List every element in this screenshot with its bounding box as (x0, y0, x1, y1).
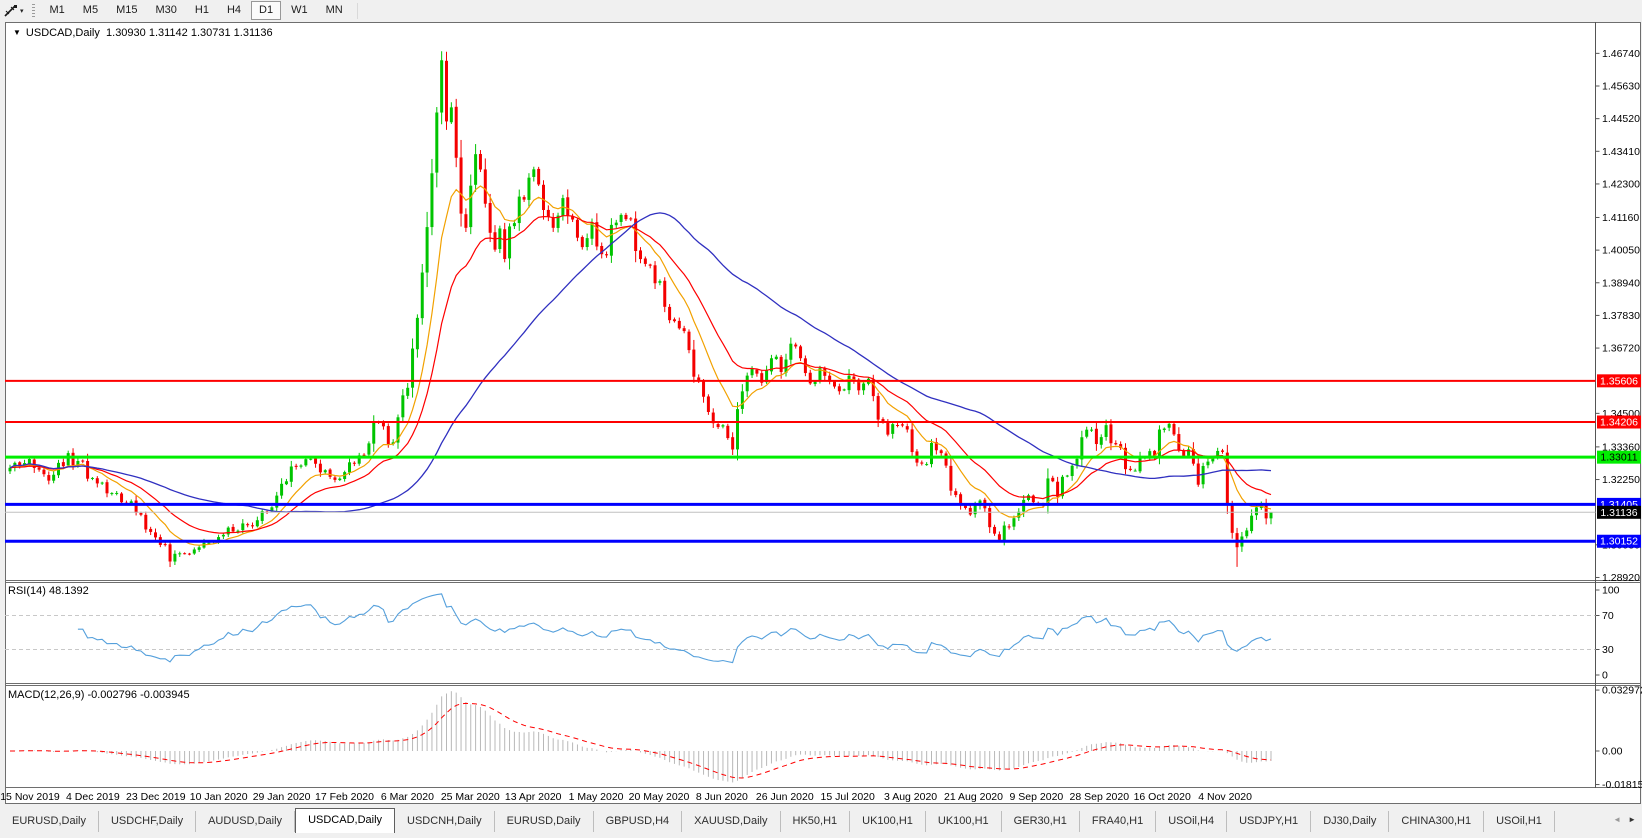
svg-text:8 Jun 2020: 8 Jun 2020 (696, 791, 748, 803)
chart-canvas[interactable]: 1.46740 1.45630 1.44520 1.43410 1.42300 1.411… (0, 0, 1642, 838)
timeframe-button-h1[interactable]: H1 (187, 1, 217, 20)
timeframe-button-w1[interactable]: W1 (283, 1, 316, 20)
svg-text:9 Sep 2020: 9 Sep 2020 (1010, 791, 1064, 803)
svg-text:20 May 2020: 20 May 2020 (629, 791, 690, 803)
svg-text:1.33011: 1.33011 (1600, 452, 1637, 464)
svg-text:70: 70 (1602, 610, 1614, 622)
svg-text:25 Mar 2020: 25 Mar 2020 (441, 791, 500, 803)
tab-fra40-h1-12[interactable]: FRA40,H1 (1079, 811, 1157, 832)
timeframe-button-m1[interactable]: M1 (42, 1, 73, 20)
timeframe-button-m15[interactable]: M15 (108, 1, 145, 20)
timeframe-button-m5[interactable]: M5 (75, 1, 106, 20)
svg-text:16 Oct 2020: 16 Oct 2020 (1134, 791, 1191, 803)
tab-usoil-h1-17[interactable]: USOil,H1 (1484, 811, 1555, 832)
svg-text:23 Dec 2019: 23 Dec 2019 (126, 791, 186, 803)
timeframe-button-mn[interactable]: MN (318, 1, 351, 20)
svg-text:-0.018154: -0.018154 (1602, 779, 1642, 791)
macd-indicator-label: MACD(12,26,9) -0.002796 -0.003945 (8, 689, 190, 701)
line-study-tool-icon[interactable] (3, 3, 18, 18)
svg-text:17 Feb 2020: 17 Feb 2020 (315, 791, 374, 803)
svg-text:21 Aug 2020: 21 Aug 2020 (944, 791, 1003, 803)
tab-xauusd-daily-7[interactable]: XAUUSD,Daily (682, 811, 781, 832)
svg-text:15 Jul 2020: 15 Jul 2020 (821, 791, 875, 803)
chart-ohlc-values: 1.30930 1.31142 1.30731 1.31136 (106, 27, 273, 39)
svg-text:6 Mar 2020: 6 Mar 2020 (381, 791, 434, 803)
svg-text:1.36720: 1.36720 (1602, 343, 1640, 355)
timeframe-button-h4[interactable]: H4 (219, 1, 249, 20)
toolbar-separator (356, 2, 358, 19)
tab-usdchf-daily-1[interactable]: USDCHF,Daily (98, 811, 197, 832)
tab-audusd-daily-2[interactable]: AUDUSD,Daily (196, 811, 296, 832)
svg-text:1.40050: 1.40050 (1602, 245, 1640, 257)
svg-text:0.00: 0.00 (1602, 746, 1623, 758)
svg-text:4 Dec 2019: 4 Dec 2019 (66, 791, 120, 803)
timeframe-button-m30[interactable]: M30 (147, 1, 184, 20)
svg-text:1.43410: 1.43410 (1602, 146, 1640, 158)
rsi-indicator-label: RSI(14) 48.1392 (8, 585, 89, 597)
tab-usdcad-daily-3[interactable]: USDCAD,Daily (295, 808, 396, 833)
svg-text:1.32250: 1.32250 (1602, 474, 1640, 486)
tab-eurusd-daily-0[interactable]: EURUSD,Daily (0, 811, 99, 832)
svg-text:28 Sep 2020: 28 Sep 2020 (1070, 791, 1130, 803)
svg-text:30: 30 (1602, 644, 1614, 656)
svg-text:1.37830: 1.37830 (1602, 310, 1640, 322)
svg-text:1.31136: 1.31136 (1600, 507, 1637, 519)
tab-ger30-h1-11[interactable]: GER30,H1 (1001, 811, 1080, 832)
tab-scroll-right-icon[interactable]: ► (1628, 815, 1636, 824)
chart-title: ▼ USDCAD,Daily 1.30930 1.31142 1.30731 1.… (13, 27, 273, 39)
svg-text:1.28920: 1.28920 (1602, 572, 1640, 584)
svg-text:1.44520: 1.44520 (1602, 113, 1640, 125)
svg-text:1.42300: 1.42300 (1602, 178, 1640, 190)
symbol-caret-icon: ▼ (13, 28, 21, 37)
svg-text:3 Aug 2020: 3 Aug 2020 (884, 791, 937, 803)
svg-text:0.032972: 0.032972 (1602, 685, 1642, 697)
tab-eurusd-daily-5[interactable]: EURUSD,Daily (494, 811, 594, 832)
svg-text:1.34206: 1.34206 (1600, 417, 1638, 429)
svg-text:1 May 2020: 1 May 2020 (569, 791, 624, 803)
svg-text:1.41160: 1.41160 (1602, 212, 1639, 224)
svg-text:1.45630: 1.45630 (1602, 81, 1640, 93)
tab-scroll-left-icon[interactable]: ◄ (1613, 815, 1621, 824)
tab-usdcnh-daily-4[interactable]: USDCNH,Daily (395, 811, 495, 832)
svg-text:26 Jun 2020: 26 Jun 2020 (756, 791, 814, 803)
svg-text:0: 0 (1602, 670, 1608, 682)
tab-uk100-h1-9[interactable]: UK100,H1 (850, 811, 926, 832)
timeframe-button-d1[interactable]: D1 (251, 1, 282, 20)
tab-dj30-daily-15[interactable]: DJ30,Daily (1311, 811, 1390, 832)
svg-text:13 Apr 2020: 13 Apr 2020 (505, 791, 562, 803)
tab-uk100-h1-10[interactable]: UK100,H1 (925, 811, 1002, 832)
svg-text:29 Jan 2020: 29 Jan 2020 (253, 791, 311, 803)
top-toolbar: ▾ M1 M5 M15 M30 H1 H4 D1 W1 MN (0, 0, 1642, 21)
svg-text:1.38940: 1.38940 (1602, 277, 1640, 289)
symbol-tab-bar: EURUSD,Daily USDCHF,Daily AUDUSD,Daily USDC… (0, 805, 1642, 833)
tab-china300-h1-16[interactable]: CHINA300,H1 (1389, 811, 1485, 832)
svg-text:1.30152: 1.30152 (1600, 536, 1638, 548)
svg-text:15 Nov 2019: 15 Nov 2019 (0, 791, 60, 803)
tab-usoil-h4-13[interactable]: USOil,H4 (1156, 811, 1228, 832)
svg-text:4 Nov 2020: 4 Nov 2020 (1198, 791, 1252, 803)
svg-text:1.46740: 1.46740 (1602, 48, 1640, 60)
tab-usdjpy-h1-14[interactable]: USDJPY,H1 (1227, 811, 1312, 832)
toolbar-grip-handle[interactable] (31, 3, 35, 18)
tab-gbpusd-h4-6[interactable]: GBPUSD,H4 (593, 811, 683, 832)
tab-scroll-controls: ◄ ► (1607, 805, 1642, 833)
svg-text:100: 100 (1602, 585, 1620, 597)
svg-text:10 Jan 2020: 10 Jan 2020 (190, 791, 248, 803)
tool-dropdown-caret-icon[interactable]: ▾ (20, 7, 24, 15)
tab-hk50-h1-8[interactable]: HK50,H1 (780, 811, 851, 832)
svg-text:1.35606: 1.35606 (1600, 375, 1638, 387)
chart-symbol-period: USDCAD,Daily (25, 27, 100, 39)
